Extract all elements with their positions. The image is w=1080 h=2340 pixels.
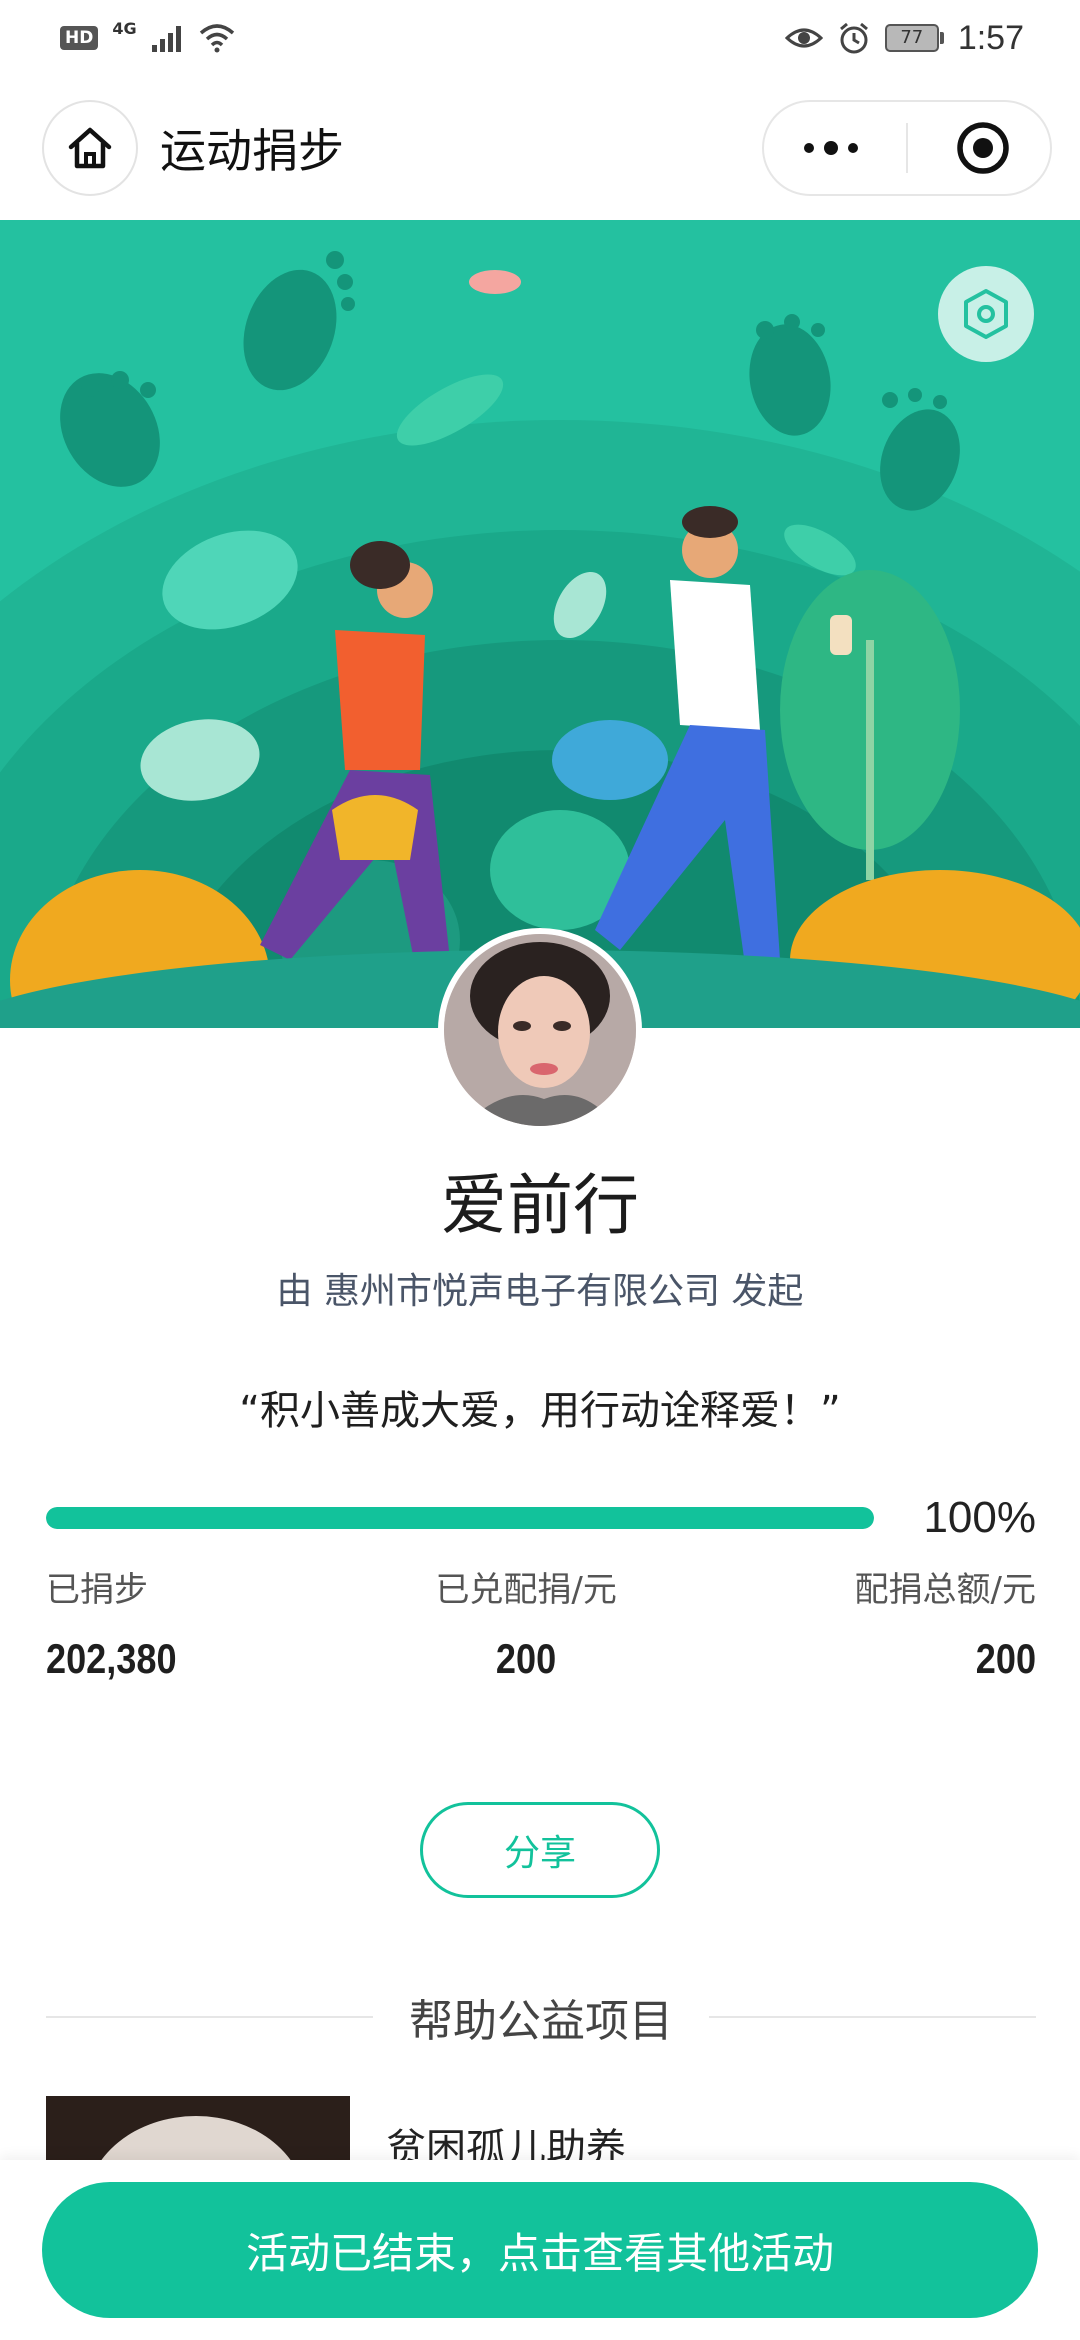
- status-left: HD 4G: [60, 19, 235, 53]
- settings-button[interactable]: [938, 266, 1034, 362]
- divider: [46, 2016, 373, 2018]
- avatar: [438, 928, 642, 1132]
- avatar-photo: [444, 934, 636, 1126]
- signal-icon: [151, 26, 181, 52]
- stat-label: 已兑配捐/元: [435, 1570, 617, 1610]
- stat-label: 已捐步: [46, 1570, 148, 1610]
- stat-donated-steps: 已捐步 202,380: [46, 1562, 198, 1683]
- progress-percent: 100%: [923, 1493, 1036, 1542]
- battery-icon: 77: [884, 24, 944, 52]
- status-right: 77 1:57: [784, 18, 1024, 58]
- close-button[interactable]: [923, 103, 1043, 193]
- bottom-bar: 活动已结束，点击查看其他活动: [0, 2160, 1080, 2340]
- more-dots-icon: [804, 141, 859, 155]
- section-title: 帮助公益项目: [409, 1996, 673, 2047]
- stat-value: 200: [975, 1635, 1036, 1682]
- share-button[interactable]: 分享: [420, 1802, 660, 1898]
- hd-badge: HD: [60, 26, 99, 50]
- wifi-icon: [199, 24, 234, 53]
- battery-level: 77: [884, 24, 939, 52]
- page-title: 运动捐步: [160, 124, 344, 178]
- progress-row: 100%: [46, 1490, 1036, 1546]
- capsule-divider: [905, 123, 908, 173]
- divider: [709, 2016, 1036, 2018]
- organizer-text: 由 惠州市悦声电子有限公司 发起: [276, 1271, 804, 1312]
- hexagon-settings-icon: [964, 289, 1008, 339]
- more-button[interactable]: [771, 103, 891, 193]
- home-icon: [68, 127, 112, 169]
- progress-bar: [46, 1507, 874, 1529]
- home-button[interactable]: [42, 100, 138, 196]
- clock: 1:57: [957, 18, 1024, 57]
- view-other-activities-button[interactable]: 活动已结束，点击查看其他活动: [42, 2182, 1038, 2318]
- activity-name: 爱前行: [441, 1167, 639, 1244]
- mini-program-capsule: [762, 100, 1052, 196]
- stats-row: 已捐步 202,380 已兑配捐/元 200 配捐总额/元 200: [46, 1562, 1036, 1683]
- stat-redeemed-match: 已兑配捐/元 200: [435, 1562, 616, 1683]
- network-type: 4G: [112, 18, 137, 38]
- stat-value: 202,380: [46, 1635, 177, 1682]
- activity-banner: [0, 220, 1080, 1028]
- status-bar: HD 4G 77 1:57: [0, 0, 1080, 76]
- target-close-icon: [956, 122, 1009, 174]
- eye-icon: [784, 28, 823, 48]
- activity-slogan: “积小善成大爱，用行动诠释爱！”: [239, 1388, 841, 1434]
- stat-label: 配捐总额/元: [854, 1570, 1036, 1610]
- progress-fill: [46, 1507, 874, 1529]
- alarm-icon: [839, 22, 868, 54]
- banner-illustration: [0, 220, 1080, 1028]
- stat-match-total: 配捐总额/元 200: [855, 1562, 1036, 1683]
- section-header: 帮助公益项目: [46, 1982, 1036, 2052]
- stat-value: 200: [496, 1635, 557, 1682]
- nav-bar: 运动捐步: [0, 76, 1080, 220]
